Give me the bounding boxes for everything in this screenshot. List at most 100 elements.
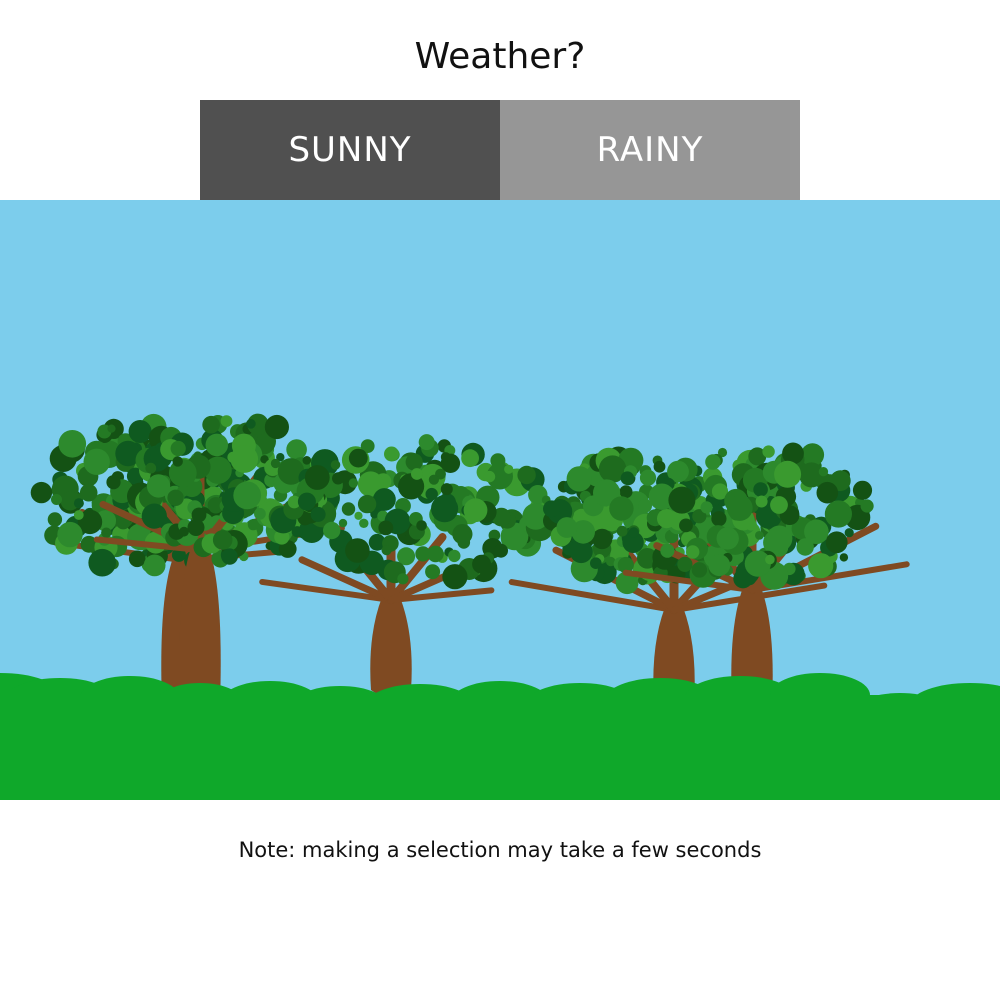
leaf-cluster [705,454,721,470]
leaf-cluster [860,499,874,513]
leaf-cluster [774,460,802,488]
leaf-cluster [291,526,303,538]
leaf-cluster [332,472,345,485]
leaf-cluster [264,414,289,440]
leaf-cluster [373,488,396,511]
leaf-cluster [766,525,793,552]
leaf-cluster [483,470,496,483]
leaf-cluster [179,526,189,537]
leaf-cluster [762,445,775,458]
leaf-cluster [247,519,259,531]
leaf-cluster [440,483,453,496]
leaf-cluster [101,527,112,538]
weather-toggle: SUNNY RAINY [200,100,800,200]
leaf-cluster [297,492,316,511]
leaf-cluster [107,424,116,433]
ground [0,705,1000,800]
leaf-cluster [141,503,167,529]
leaf-cluster [172,456,183,467]
leaf-cluster [440,452,451,462]
leaf-cluster [57,521,83,548]
leaf-cluster [384,446,399,462]
leaf-cluster [431,495,459,523]
leaf-cluster [143,554,166,577]
leaf-cluster [425,564,441,580]
leaf-cluster [233,481,262,510]
leaf-cluster [755,531,764,540]
leaf-cluster [711,511,727,527]
leaf-cluster [494,543,508,558]
leaf-cluster [808,553,834,579]
leaf-cluster [442,564,468,590]
leaf-cluster [411,468,423,480]
leaf-cluster [191,507,207,523]
leaf-cluster [205,433,229,457]
leaf-cluster [472,554,492,574]
leaf-cluster [357,494,377,514]
leaf-cluster [167,489,184,506]
leaf-cluster [415,546,431,562]
leaf-cluster [824,500,853,528]
leaf-cluster [816,481,839,504]
leaf-cluster [628,527,639,538]
leaf-cluster [844,528,854,538]
leaf-cluster [609,496,634,521]
leaf-cluster [359,518,369,528]
leaf-cluster [517,465,536,485]
leaf-cluster [128,420,152,443]
leaf-cluster [452,524,473,545]
leaf-cluster [765,554,775,565]
leaf-cluster [221,548,238,565]
leaf-cluster [128,550,146,568]
leaf-cluster [620,471,635,486]
leaf-cluster [463,498,488,523]
leaf-cluster [106,475,121,490]
leaf-cluster [405,453,423,471]
leaf-cluster [461,449,479,468]
leaf-cluster [246,419,256,429]
leaf-cluster [348,478,359,488]
leaf-cluster [348,448,368,468]
leaf-cluster [304,465,330,490]
leaf-cluster [686,545,700,559]
leaf-cluster [700,501,713,514]
leaf-cluster [653,460,666,473]
leaf-cluster [448,549,461,563]
leaf-cluster [345,538,370,563]
leaf-cluster [639,469,657,486]
leaf-cluster [619,485,633,499]
leaf-cluster [220,415,233,427]
leaf-cluster [310,506,326,522]
leaf-cluster [677,556,693,572]
page-title: Weather? [414,36,586,77]
leaf-cluster [381,545,392,556]
sunny-button[interactable]: SUNNY [200,100,500,200]
leaf-cluster [416,520,427,531]
leaf-cluster [145,462,157,474]
leaf-cluster [616,525,628,537]
leaf-cluster [543,500,560,518]
leaf-cluster [668,486,696,514]
rainy-button[interactable]: RAINY [500,100,800,200]
leaf-cluster [716,527,739,550]
leaf-cluster [818,467,829,477]
leaf-cluster [202,415,220,434]
leaf-cluster [73,510,84,520]
leaf-cluster [30,481,53,504]
leaf-cluster [691,562,708,578]
leaf-cluster [170,440,186,457]
leaf-cluster [428,474,439,485]
leaf-cluster [726,495,753,521]
leaf-cluster [212,530,233,550]
leaf-cluster [504,464,514,474]
leaf-cluster [839,553,849,562]
leaf-cluster [286,439,307,460]
leaf-cluster [88,548,116,577]
leaf-cluster [83,448,110,475]
weather-scene [0,200,1000,800]
leaf-cluster [378,520,394,536]
leaf-cluster [341,502,356,516]
leaf-cluster [590,557,602,569]
leaf-cluster [852,480,873,500]
leaf-cluster [79,483,98,502]
